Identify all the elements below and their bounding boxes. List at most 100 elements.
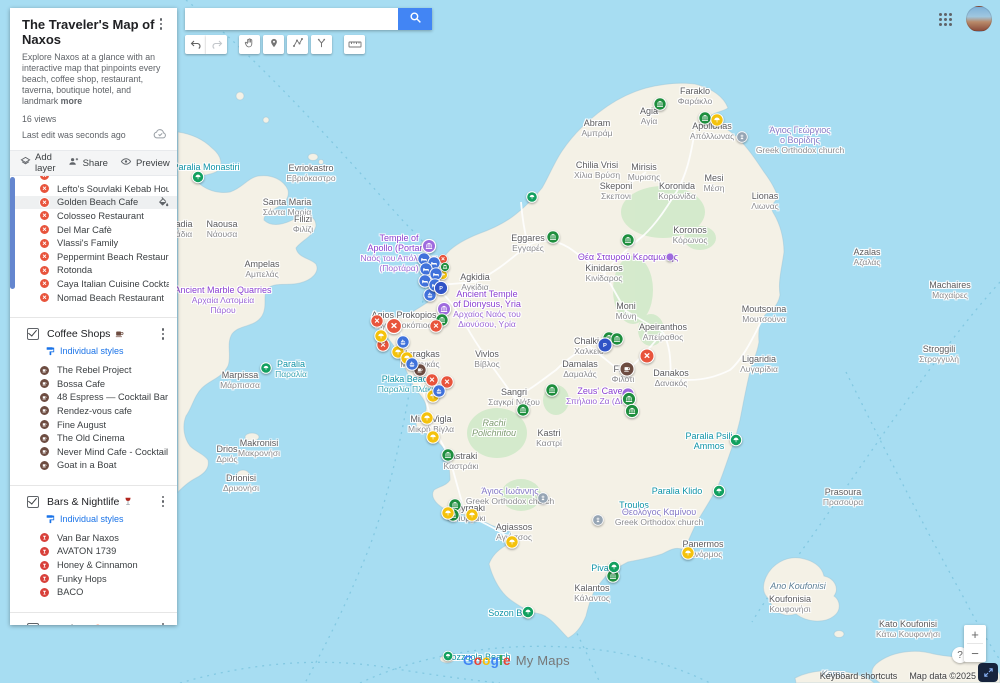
map-marker-beach[interactable]: [420, 411, 434, 425]
hand-icon: [244, 36, 255, 54]
map-marker-poi-beach[interactable]: [260, 362, 272, 374]
layer-options-icon[interactable]: [157, 495, 169, 509]
layer-options-icon[interactable]: [157, 622, 169, 625]
search-input[interactable]: [185, 8, 398, 30]
map-marker-poi-beach[interactable]: [729, 433, 743, 447]
map-marker-church[interactable]: [537, 492, 549, 504]
map-marker-temple[interactable]: [516, 403, 530, 417]
layer-checkbox[interactable]: [27, 495, 39, 508]
map-marker-restaurant[interactable]: [639, 348, 655, 364]
map-marker-boat[interactable]: [405, 357, 419, 371]
avatar[interactable]: [966, 6, 992, 32]
draw-toolbar: [185, 35, 365, 54]
list-item[interactable]: BACO: [10, 585, 177, 599]
zoom-out-button[interactable]: −: [964, 644, 986, 662]
map-marker-temple[interactable]: [546, 230, 560, 244]
map-marker-church[interactable]: [736, 131, 748, 143]
list-item[interactable]: Del Mar Cafè: [10, 223, 177, 237]
list-item[interactable]: Rendez-vous cafe: [10, 404, 177, 418]
map-marker-temple[interactable]: [624, 403, 640, 419]
map-marker-beach[interactable]: [441, 506, 455, 520]
map-marker-restaurant[interactable]: [370, 314, 384, 328]
screen-tool-icon[interactable]: [978, 663, 998, 682]
panel-scrollbar[interactable]: [10, 177, 15, 289]
list-item[interactable]: Bossa Cafe: [10, 377, 177, 391]
measure-button[interactable]: [344, 35, 365, 54]
map-marker-poi-beach[interactable]: [442, 650, 454, 662]
map-marker-poi-beach[interactable]: [712, 484, 726, 498]
keyboard-shortcuts-link[interactable]: Keyboard shortcuts: [820, 671, 898, 681]
list-item[interactable]: Funky Hops: [10, 572, 177, 586]
map-marker-boat[interactable]: [396, 335, 410, 349]
layer-title[interactable]: Coffee Shops: [47, 328, 157, 340]
map-marker-temple[interactable]: [621, 233, 635, 247]
cocktail-icon: [39, 546, 50, 557]
layer-checkbox[interactable]: [27, 622, 39, 625]
add-directions-button[interactable]: [311, 35, 332, 54]
preview-button[interactable]: Preview: [116, 151, 174, 175]
coffee-icon: [39, 392, 50, 403]
map-marker-poi-beach[interactable]: [191, 170, 205, 184]
map-marker-restaurant[interactable]: [385, 317, 403, 335]
map-marker-temple[interactable]: [545, 383, 559, 397]
list-item[interactable]: Vlassi's Family: [10, 236, 177, 250]
map-marker-restaurant[interactable]: [429, 319, 443, 333]
zoom-in-button[interactable]: +: [964, 625, 986, 643]
google-apps-icon[interactable]: [935, 9, 956, 30]
map-marker-boat[interactable]: [432, 384, 446, 398]
list-item[interactable]: Colosseo Restaurant: [10, 209, 177, 223]
list-item[interactable]: Honey & Cinnamon: [10, 558, 177, 572]
list-item[interactable]: Caya Italian Cuisine Cocktail ...: [10, 277, 177, 291]
list-item[interactable]: Lefto's Souvlaki Kebab House: [10, 182, 177, 196]
paint-bucket-icon[interactable]: [158, 196, 169, 208]
map-marker-poi-dot[interactable]: [665, 252, 675, 262]
add-marker-button[interactable]: [263, 35, 284, 54]
list-item[interactable]: The Old Cinema: [10, 431, 177, 445]
list-item[interactable]: The Rebel Project: [10, 363, 177, 377]
undo-button[interactable]: [185, 35, 206, 54]
map-marker-beach[interactable]: [374, 329, 388, 343]
list-item[interactable]: Nomad Beach Restaurant: [10, 291, 177, 305]
map-marker-church[interactable]: [592, 514, 604, 526]
map-marker-beach[interactable]: [465, 508, 479, 522]
individual-styles-link[interactable]: Individual styles: [10, 344, 177, 358]
list-item[interactable]: Fine August: [10, 418, 177, 432]
search-button[interactable]: [398, 8, 432, 30]
map-marker-beach[interactable]: [710, 113, 724, 127]
map-marker-temple[interactable]: [440, 262, 450, 272]
search-bar: [185, 8, 432, 30]
map-marker-beach[interactable]: [681, 546, 695, 560]
map-marker-parking[interactable]: P: [597, 337, 613, 353]
more-options-icon[interactable]: [155, 17, 167, 31]
list-item[interactable]: Rotonda: [10, 264, 177, 278]
draw-line-button[interactable]: [287, 35, 308, 54]
map-marker-poi-beach[interactable]: [607, 560, 621, 574]
layer-title[interactable]: Bars & Nightlife: [47, 496, 157, 508]
map-marker-coffee[interactable]: [619, 361, 635, 377]
map-marker-temple[interactable]: [653, 97, 667, 111]
map-marker-poi-beach[interactable]: [521, 605, 535, 619]
list-item[interactable]: 48 Espress — Cocktail Bar: [10, 391, 177, 405]
layer-title[interactable]: Beaches: [47, 623, 157, 625]
coffee-icon: [39, 378, 50, 389]
map-marker-beach[interactable]: [505, 535, 519, 549]
more-link[interactable]: more: [61, 96, 83, 106]
list-item[interactable]: Golden Beach Cafe: [10, 195, 177, 210]
list-item[interactable]: Van Bar Naxos: [10, 531, 177, 545]
cloud-saved-icon: [153, 126, 167, 144]
individual-styles-link[interactable]: Individual styles: [10, 512, 177, 526]
pan-tool-button[interactable]: [239, 35, 260, 54]
layer-options-icon[interactable]: [157, 327, 169, 341]
map-marker-parking[interactable]: P: [433, 280, 449, 296]
layer-checkbox[interactable]: [27, 327, 39, 340]
map-marker-beach[interactable]: [426, 430, 440, 444]
add-layer-button[interactable]: Add layer: [16, 151, 60, 175]
list-item[interactable]: AVATON 1739: [10, 545, 177, 559]
list-item[interactable]: Peppermint Beach Restaura...: [10, 250, 177, 264]
map-marker-poi-beach[interactable]: [526, 191, 538, 203]
share-button[interactable]: Share: [64, 151, 112, 175]
redo-button[interactable]: [206, 35, 227, 54]
list-item[interactable]: Never Mind Cafe - Cocktail Bar: [10, 445, 177, 459]
map-marker-temple[interactable]: [441, 448, 455, 462]
list-item[interactable]: Goat in a Boat: [10, 459, 177, 473]
